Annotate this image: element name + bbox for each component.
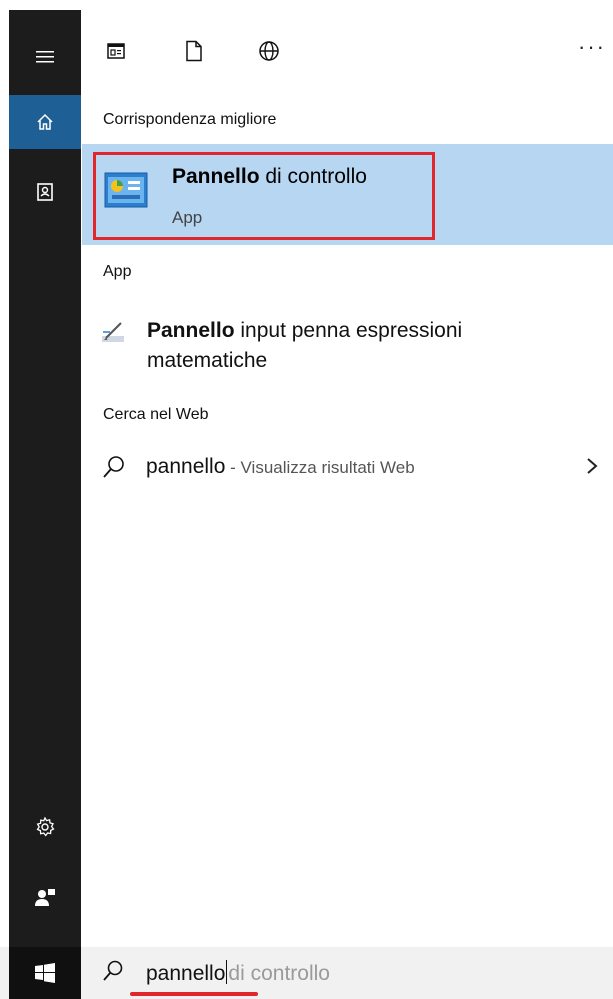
pen-input-icon bbox=[102, 322, 124, 342]
app-result-pen-input[interactable]: Pannello input penna espressioni matemat… bbox=[147, 316, 567, 376]
notebook-button[interactable] bbox=[9, 165, 81, 219]
best-match-title-bold: Pannello bbox=[172, 165, 260, 188]
menu-button[interactable] bbox=[9, 30, 81, 84]
settings-button[interactable] bbox=[9, 800, 81, 854]
more-options-button[interactable]: ··· bbox=[578, 34, 606, 60]
document-icon bbox=[186, 40, 202, 62]
documents-filter-button[interactable] bbox=[179, 36, 209, 66]
best-match-heading: Corrispondenza migliore bbox=[103, 111, 277, 128]
typed-text-underline bbox=[130, 992, 258, 996]
search-icon bbox=[103, 456, 124, 478]
control-panel-icon bbox=[104, 172, 148, 208]
best-match-title: Pannello di controllo bbox=[172, 165, 367, 189]
feedback-button[interactable] bbox=[9, 870, 81, 924]
feedback-person-icon bbox=[35, 889, 55, 906]
start-button[interactable] bbox=[9, 947, 81, 999]
best-match-subtitle: App bbox=[172, 208, 203, 227]
web-suffix: - Visualizza risultati Web bbox=[225, 458, 415, 477]
app-result-bold: Pannello bbox=[147, 319, 235, 342]
apps-heading: App bbox=[103, 263, 132, 280]
web-search-result[interactable]: pannello - Visualizza risultati Web bbox=[146, 455, 415, 479]
web-heading: Cerca nel Web bbox=[103, 406, 209, 423]
chevron-right-icon[interactable] bbox=[585, 456, 599, 476]
apps-filter-button[interactable] bbox=[101, 36, 131, 66]
windows-start-icon bbox=[35, 963, 55, 983]
search-typed: pannello bbox=[146, 962, 226, 985]
search-box-icon bbox=[103, 960, 123, 981]
best-match-title-rest: di controllo bbox=[259, 165, 367, 188]
hamburger-menu-icon bbox=[36, 51, 54, 63]
home-icon bbox=[37, 113, 53, 130]
left-nav-rail bbox=[9, 10, 81, 947]
web-filter-button[interactable] bbox=[254, 36, 284, 66]
home-button[interactable] bbox=[9, 95, 81, 149]
search-autocomplete-hint: di controllo bbox=[228, 962, 330, 985]
search-input[interactable]: pannello di controllo bbox=[146, 960, 330, 986]
notebook-icon bbox=[37, 183, 53, 201]
app-window-icon bbox=[107, 43, 125, 59]
web-query: pannello bbox=[146, 455, 226, 478]
settings-icon bbox=[36, 816, 55, 837]
globe-icon bbox=[259, 41, 279, 61]
